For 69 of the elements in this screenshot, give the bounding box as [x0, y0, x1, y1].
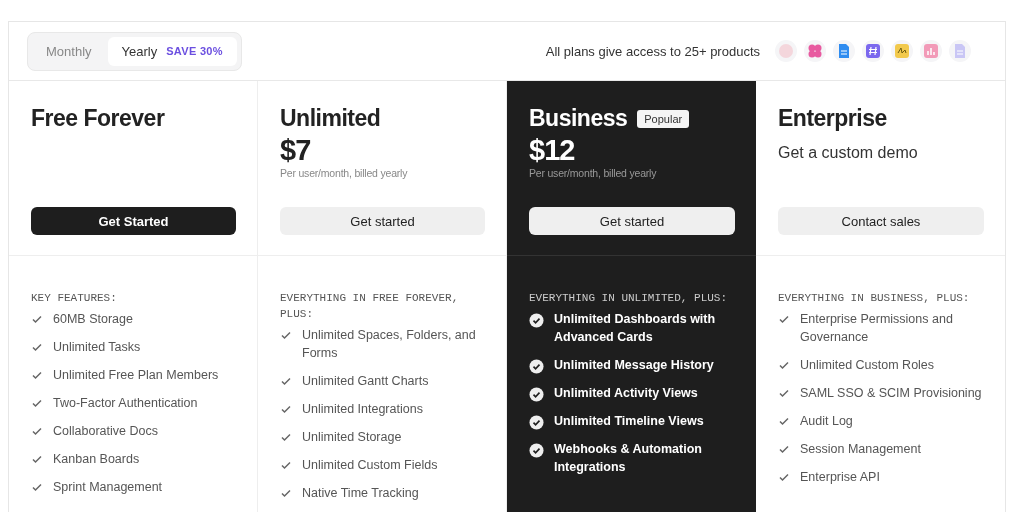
- feature-text: Unlimited Storage: [302, 429, 402, 446]
- feature-text: Unlimited Tasks: [53, 339, 141, 356]
- check-icon: [280, 487, 292, 499]
- feature-text: Unlimited Activity Views: [554, 385, 698, 402]
- feature-text: Native Time Tracking: [302, 485, 419, 502]
- price-note: Per user/month, billed yearly: [529, 167, 658, 179]
- feature-text: Unlimited Free Plan Members: [53, 367, 219, 384]
- feature-text: Kanban Boards: [53, 451, 140, 468]
- products-note: All plans give access to 25+ products: [545, 43, 760, 59]
- features-heading: EVERYTHING IN BUSINESS, PLUS:: [778, 291, 971, 306]
- feature-text: Collaborative Docs: [53, 423, 158, 440]
- check-icon: [31, 397, 43, 409]
- feature-text: Unlimited Dashboards with Advanced Cards: [554, 311, 717, 346]
- check-icon: [280, 459, 292, 471]
- check-icon: [778, 471, 790, 483]
- check-icon: [280, 431, 292, 443]
- check-icon: [31, 453, 43, 465]
- check-icon: [778, 443, 790, 455]
- check-icon: [778, 359, 790, 371]
- feature-text: Unlimited Message History: [554, 357, 714, 374]
- feature-text: Webhooks & Automation Integrations: [554, 441, 703, 476]
- features-heading: KEY FEATURES:: [31, 291, 118, 306]
- check-icon: [31, 425, 43, 437]
- feature-text: Unlimited Custom Fields: [302, 457, 438, 474]
- feature-text: Session Management: [800, 441, 921, 458]
- check-icon: [280, 375, 292, 387]
- feature-text: Two-Factor Authentication: [53, 395, 198, 412]
- feature-text: 60MB Storage: [53, 311, 133, 328]
- billing-option[interactable]: Yearly SAVE 30%: [107, 36, 237, 66]
- plan-subtitle: Get a custom demo: [778, 144, 919, 162]
- check-circle-icon: [529, 313, 544, 328]
- plan-button[interactable]: Contact sales: [778, 207, 984, 235]
- check-icon: [778, 415, 790, 427]
- plan-button[interactable]: Get Started: [31, 207, 236, 235]
- check-icon: [280, 403, 292, 415]
- feature-text: Unlimited Gantt Charts: [302, 373, 429, 390]
- discount-label: SAVE 30%: [166, 45, 223, 57]
- feature-text: Unlimited Custom Roles: [800, 357, 935, 374]
- price-note: Per user/month, billed yearly: [280, 167, 409, 179]
- plan-button[interactable]: Get started: [529, 207, 735, 235]
- check-icon: [778, 313, 790, 325]
- plan-name: Free Forever: [31, 105, 165, 132]
- check-icon: [31, 369, 43, 381]
- check-icon: [778, 387, 790, 399]
- feature-text: SAML SSO & SCIM Provisioning: [800, 385, 982, 402]
- check-circle-icon: [529, 359, 544, 374]
- features-heading: EVERYTHING IN FREE FOREVER, PLUS:: [280, 291, 460, 322]
- check-circle-icon: [529, 387, 544, 402]
- feature-text: Enterprise API: [800, 469, 880, 486]
- check-icon: [31, 341, 43, 353]
- plan-name: Enterprise: [778, 105, 887, 132]
- check-icon: [31, 481, 43, 493]
- feature-text: Unlimited Integrations: [302, 401, 423, 418]
- feature-text: Enterprise Permissions and Governance: [800, 311, 954, 346]
- feature-text: Sprint Management: [53, 479, 163, 496]
- plan-name: Business: [529, 105, 628, 132]
- check-circle-icon: [529, 443, 544, 458]
- popular-badge: Popular: [637, 109, 690, 128]
- feature-text: Unlimited Spaces, Folders, and Forms: [302, 327, 477, 362]
- check-circle-icon: [529, 415, 544, 430]
- plan-name: Unlimited: [280, 105, 381, 132]
- check-icon: [280, 329, 292, 341]
- plan-price: $12: [529, 134, 576, 167]
- feature-text: Audit Log: [800, 413, 853, 430]
- check-icon: [31, 313, 43, 325]
- plan-button[interactable]: Get started: [280, 207, 485, 235]
- plan-price: $7: [280, 134, 312, 167]
- feature-text: Unlimited Timeline Views: [554, 413, 704, 430]
- features-heading: EVERYTHING IN UNLIMITED, PLUS:: [529, 291, 729, 306]
